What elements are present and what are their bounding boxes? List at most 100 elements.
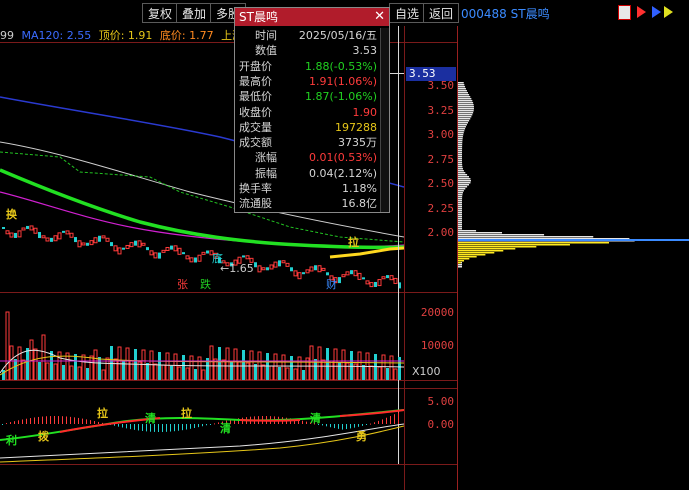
back-button[interactable]: 返回 <box>423 3 460 23</box>
watchlist-button[interactable]: 自选 <box>389 3 426 23</box>
volume-bar <box>362 365 365 380</box>
macd-bar <box>58 416 59 424</box>
profile-bar <box>458 184 470 186</box>
notes-icon[interactable] <box>618 5 631 20</box>
volume-profile <box>458 82 689 268</box>
profile-bar <box>458 194 463 196</box>
macd-bar <box>338 424 339 429</box>
macd-bar <box>218 422 219 424</box>
volume-bar <box>65 352 70 380</box>
volume-bar <box>225 347 230 380</box>
data-window-value: 1.90 <box>352 105 378 119</box>
close-icon[interactable]: ✕ <box>374 8 385 26</box>
data-window-label: 开盘价 <box>239 59 272 73</box>
profile-bar <box>458 202 463 204</box>
candle <box>86 242 89 246</box>
profile-bar <box>458 134 464 136</box>
profile-bar <box>458 198 463 200</box>
profile-bar <box>458 256 477 258</box>
candle <box>141 242 146 246</box>
macd-bar <box>330 424 331 428</box>
volume-bar <box>153 363 158 380</box>
macd-bar <box>198 424 199 428</box>
candle <box>129 242 134 248</box>
volume-chart[interactable] <box>0 293 404 380</box>
macd-tick: 0.00 <box>427 418 455 431</box>
candle <box>285 262 290 267</box>
data-window-label: 最低价 <box>239 90 272 104</box>
macd-bar <box>90 420 91 424</box>
data-window-value: 3.53 <box>352 44 378 58</box>
data-window-label: 收盘价 <box>239 105 272 119</box>
overlay-button[interactable]: 叠加 <box>176 3 213 23</box>
data-window-title[interactable]: ST晨鸣 ✕ <box>235 8 389 26</box>
candle <box>302 272 305 275</box>
fuquan-button[interactable]: 复权 <box>142 3 179 23</box>
profile-bar <box>458 260 465 262</box>
volume-bar <box>113 358 118 380</box>
candle <box>117 247 122 255</box>
volume-bar <box>62 365 65 380</box>
macd-bar <box>14 421 15 424</box>
volume-bar <box>230 361 233 380</box>
data-window-label: 时间 <box>255 29 277 42</box>
candle <box>105 237 110 242</box>
candle <box>290 267 293 272</box>
candle <box>177 247 182 255</box>
volume-bar <box>189 355 194 380</box>
macd-bar <box>94 421 95 424</box>
macd-bar <box>38 416 39 424</box>
grid-line <box>0 380 457 381</box>
profile-bar <box>458 138 463 140</box>
candle <box>185 255 190 260</box>
macd-bar <box>66 416 67 424</box>
data-window-label: 数值 <box>255 44 277 58</box>
profile-bar <box>458 242 609 244</box>
data-window-value: 16.8亿 <box>341 197 378 211</box>
candle <box>69 232 74 238</box>
macd-bar <box>170 424 171 432</box>
volume-bar <box>201 369 206 380</box>
candle <box>374 281 377 287</box>
macd-bar <box>138 424 139 431</box>
macd-bar <box>190 424 191 429</box>
data-window-row: 振幅 0.04(2.12%) <box>235 166 389 181</box>
data-window-label: 成交额 <box>239 136 272 150</box>
arrow-icon[interactable] <box>652 6 661 18</box>
candle <box>314 265 317 271</box>
candle <box>309 266 314 272</box>
macd-chart[interactable] <box>0 388 404 464</box>
volume-bar <box>389 355 394 380</box>
candle <box>242 255 245 258</box>
profile-bar <box>458 152 463 154</box>
macd-bar <box>398 412 399 424</box>
macd-bar <box>166 424 167 432</box>
profile-bar <box>458 96 471 98</box>
profile-bar <box>458 88 466 90</box>
flag-icon[interactable] <box>637 6 646 18</box>
macd-bar <box>202 424 203 427</box>
profile-bar <box>458 208 463 210</box>
scrollbar[interactable] <box>380 28 389 212</box>
data-window-value: 3735万 <box>338 136 377 150</box>
profile-bar <box>458 148 463 150</box>
price-tick: 3.25 <box>427 104 455 117</box>
candle <box>26 225 29 229</box>
macd-bar <box>374 422 375 424</box>
profile-bar <box>458 102 474 104</box>
profile-bar <box>458 196 463 198</box>
candle <box>293 270 298 277</box>
profile-bar <box>458 220 462 222</box>
macd-bar <box>78 417 79 424</box>
data-window[interactable]: ST晨鸣 ✕ 时间 2025/05/16/五 数值 3.53 开盘价 1.88(-0.53… <box>234 7 390 213</box>
volume-bar <box>381 354 386 380</box>
profile-bar <box>458 154 463 156</box>
volume-bar <box>273 353 278 380</box>
macd-bar <box>394 414 395 424</box>
macd-bar <box>346 424 347 430</box>
candle <box>381 276 386 280</box>
profile-bar <box>458 186 468 188</box>
arrow-icon[interactable] <box>664 6 673 18</box>
macd-bar <box>178 424 179 431</box>
macd-bar <box>162 424 163 432</box>
